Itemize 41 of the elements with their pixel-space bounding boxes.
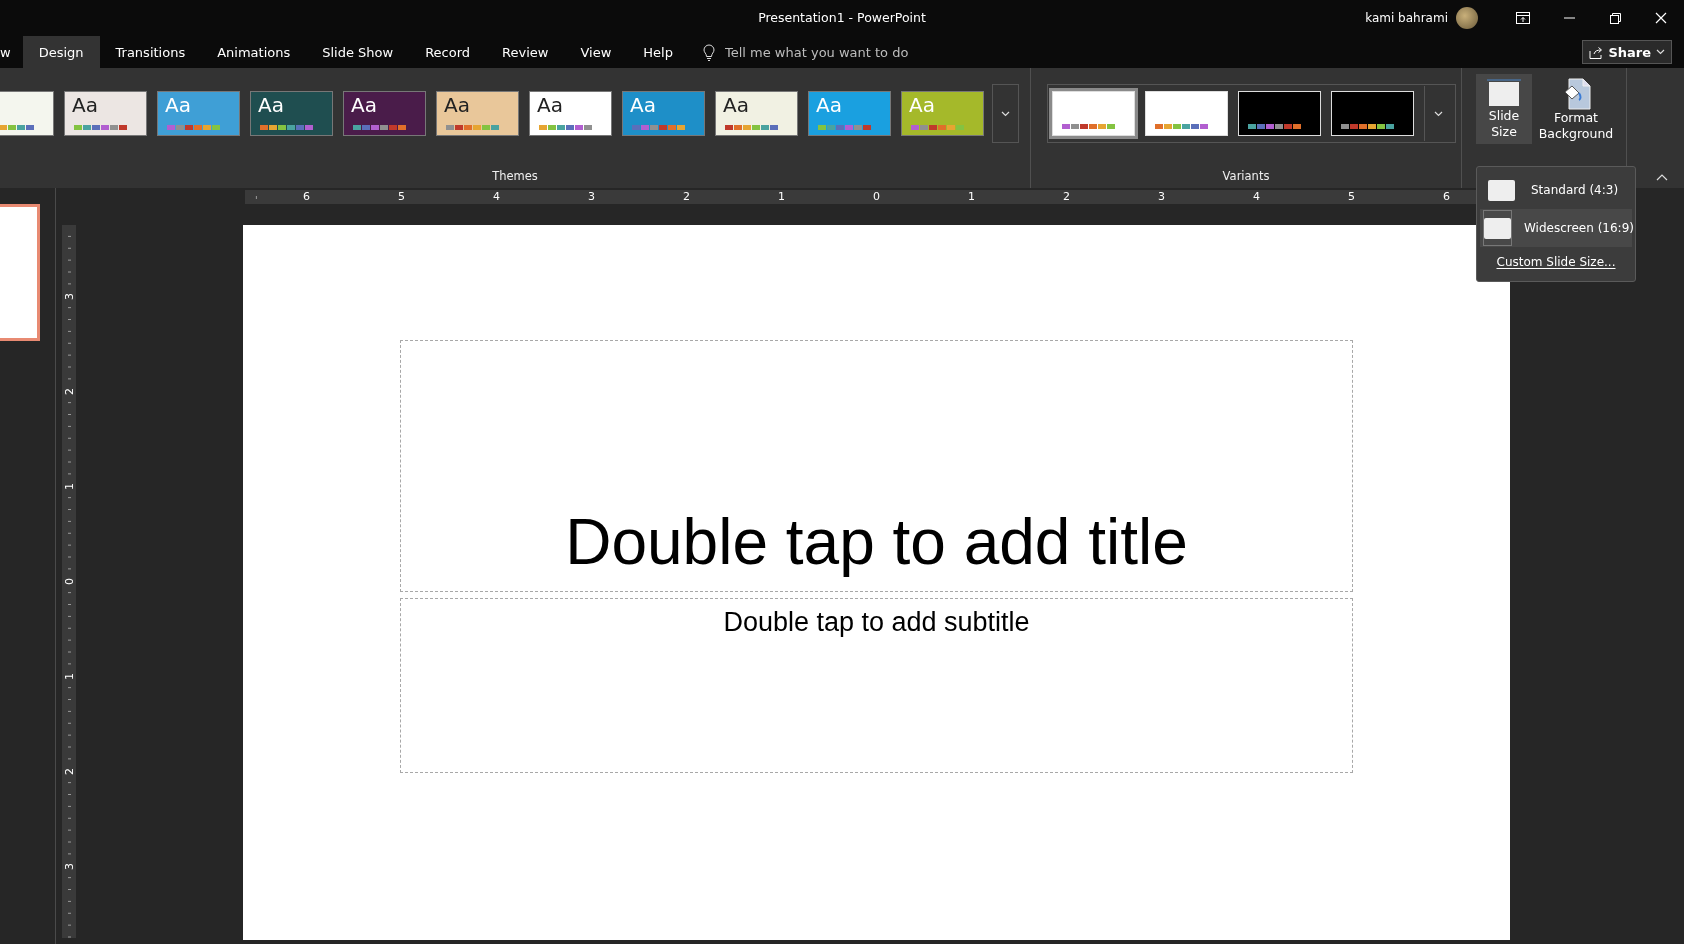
- slide-size-button[interactable]: Slide Size: [1476, 74, 1532, 144]
- ribbon-tab[interactable]: Review: [486, 36, 565, 68]
- theme-thumbnail[interactable]: Aa: [343, 91, 426, 136]
- avatar[interactable]: [1456, 7, 1478, 29]
- theme-thumbnail[interactable]: Aa: [715, 91, 798, 136]
- theme-thumbnail[interactable]: Aa: [250, 91, 333, 136]
- share-icon: [1589, 45, 1604, 59]
- variant-thumbnail[interactable]: [1238, 91, 1321, 136]
- variant-thumbnail[interactable]: [1052, 91, 1135, 136]
- title-placeholder[interactable]: Double tap to add title: [400, 340, 1353, 592]
- ribbon-tab[interactable]: Design: [22, 36, 100, 68]
- ruler-number: 0: [62, 575, 76, 588]
- window-title: Presentation1 - PowerPoint: [758, 10, 926, 25]
- menu-item[interactable]: Widescreen (16:9): [1480, 209, 1632, 247]
- share-button[interactable]: Share: [1582, 40, 1672, 64]
- subtitle-placeholder[interactable]: Double tap to add subtitle: [400, 598, 1353, 773]
- ribbon-tab[interactable]: Transitions: [99, 36, 202, 68]
- lightbulb-icon: [703, 43, 715, 61]
- slide-size-icon: [1486, 78, 1522, 108]
- theme-thumbnail[interactable]: Aa: [436, 91, 519, 136]
- ribbon-tab[interactable]: Animations: [201, 36, 307, 68]
- caret-icon: [1433, 110, 1443, 117]
- ribbon-tab[interactable]: Help: [627, 36, 689, 68]
- format-background-button[interactable]: Format Background: [1538, 74, 1614, 146]
- variant-thumbnail[interactable]: [1145, 91, 1228, 136]
- ribbon-tab[interactable]: View: [564, 36, 628, 68]
- tell-me-field[interactable]: Tell me what you want to do: [723, 43, 947, 61]
- caret-icon: [1656, 49, 1665, 55]
- custom-slide-size-link[interactable]: Custom Slide Size...: [1496, 247, 1616, 269]
- ribbon-tab[interactable]: w: [0, 36, 23, 68]
- theme-thumbnail[interactable]: Aa: [529, 91, 612, 136]
- user-name: kami bahrami: [1365, 11, 1448, 25]
- theme-thumbnail[interactable]: Aa: [622, 91, 705, 136]
- group-label: Themes: [492, 169, 538, 183]
- theme-thumbnail[interactable]: Aa: [64, 91, 147, 136]
- ribbon-tab[interactable]: Record: [409, 36, 487, 68]
- group-label: Variants: [1222, 169, 1270, 183]
- variant-thumbnail[interactable]: [1331, 91, 1414, 136]
- caret-icon: [1001, 110, 1010, 117]
- ribbon-tab[interactable]: Slide Show: [306, 36, 410, 68]
- menu-item[interactable]: Standard (4:3): [1480, 171, 1632, 209]
